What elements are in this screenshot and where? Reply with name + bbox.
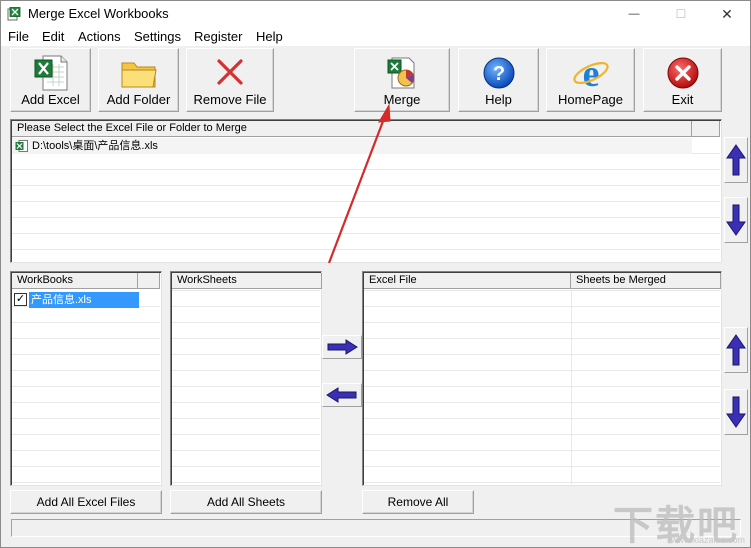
add-folder-button[interactable]: Add Folder bbox=[98, 48, 179, 112]
arrow-right-icon bbox=[327, 339, 358, 355]
close-button[interactable]: ✕ bbox=[704, 1, 750, 27]
merge-icon bbox=[387, 57, 415, 89]
column-divider bbox=[571, 290, 572, 484]
excel-file-small-icon bbox=[15, 140, 28, 152]
workbook-name: 产品信息.xls bbox=[29, 292, 139, 308]
remove-from-merge-button[interactable] bbox=[322, 383, 362, 407]
watermark: 下载吧 www.xiazaiba.com bbox=[613, 493, 749, 548]
app-icon bbox=[7, 7, 21, 21]
internet-explorer-icon: e bbox=[572, 53, 609, 93]
merge-table-grid bbox=[364, 290, 720, 484]
worksheets-grid bbox=[172, 290, 320, 484]
exit-label: Exit bbox=[671, 92, 694, 107]
watermark-url: www.xiazaiba.com bbox=[670, 535, 745, 545]
homepage-button[interactable]: e HomePage bbox=[546, 48, 635, 112]
exit-icon bbox=[667, 57, 698, 89]
window-title: Merge Excel Workbooks bbox=[28, 6, 169, 21]
add-folder-label: Add Folder bbox=[106, 92, 171, 107]
svg-text:e: e bbox=[582, 53, 599, 93]
arrow-down-icon bbox=[726, 396, 746, 428]
file-path: D:\tools\桌面\产品信息.xls bbox=[32, 140, 158, 152]
add-all-excel-files-button[interactable]: Add All Excel Files bbox=[10, 490, 162, 514]
help-button[interactable]: ? Help bbox=[458, 48, 539, 112]
toolbar: Add Excel Add Folder Remove File Merge ?… bbox=[1, 46, 750, 114]
menu-bar: File Edit Actions Settings Register Help bbox=[1, 27, 750, 46]
merge-table-panel[interactable]: Excel File Sheets be Merged bbox=[362, 271, 722, 486]
workbooks-grid bbox=[12, 306, 160, 484]
worksheets-header[interactable]: WorkSheets bbox=[172, 273, 322, 289]
arrow-up-icon bbox=[726, 144, 746, 176]
file-list-panel[interactable]: Please Select the Excel File or Folder t… bbox=[10, 119, 722, 263]
add-excel-label: Add Excel bbox=[21, 92, 80, 107]
file-list-grid bbox=[12, 153, 720, 261]
close-icon: ✕ bbox=[721, 5, 733, 22]
add-excel-button[interactable]: Add Excel bbox=[10, 48, 91, 112]
svg-text:?: ? bbox=[492, 63, 504, 85]
help-icon: ? bbox=[483, 57, 514, 89]
workbooks-header-extra bbox=[138, 273, 160, 289]
maximize-icon: ☐ bbox=[675, 7, 687, 21]
arrow-up-icon bbox=[726, 334, 746, 366]
menu-help[interactable]: Help bbox=[256, 29, 283, 44]
remove-file-button[interactable]: Remove File bbox=[186, 48, 274, 112]
merge-label: Merge bbox=[383, 92, 421, 107]
menu-register[interactable]: Register bbox=[194, 29, 242, 44]
app-window: Merge Excel Workbooks — ☐ ✕ File Edit Ac… bbox=[0, 0, 751, 548]
menu-actions[interactable]: Actions bbox=[78, 29, 121, 44]
menu-file[interactable]: File bbox=[8, 29, 29, 44]
move-up-button-top[interactable] bbox=[724, 137, 748, 183]
add-all-sheets-button[interactable]: Add All Sheets bbox=[170, 490, 322, 514]
menu-settings[interactable]: Settings bbox=[134, 29, 181, 44]
title-bar: Merge Excel Workbooks — ☐ ✕ bbox=[1, 1, 750, 27]
file-list-header[interactable]: Please Select the Excel File or Folder t… bbox=[12, 121, 692, 137]
minimize-button[interactable]: — bbox=[611, 1, 657, 27]
move-up-button-bottom[interactable] bbox=[724, 327, 748, 373]
exit-button[interactable]: Exit bbox=[643, 48, 722, 112]
file-list-header-extra bbox=[692, 121, 720, 137]
minimize-icon: — bbox=[628, 8, 640, 20]
file-list-row[interactable]: D:\tools\桌面\产品信息.xls bbox=[12, 138, 692, 154]
arrow-down-icon bbox=[726, 204, 746, 236]
arrow-left-icon bbox=[326, 387, 357, 403]
help-label: Help bbox=[485, 92, 512, 107]
worksheets-panel[interactable]: WorkSheets bbox=[170, 271, 322, 486]
excel-file-column-header[interactable]: Excel File bbox=[364, 273, 571, 289]
menu-edit[interactable]: Edit bbox=[42, 29, 64, 44]
merge-button[interactable]: Merge bbox=[354, 48, 450, 112]
add-to-merge-button[interactable] bbox=[322, 335, 362, 359]
remove-x-icon bbox=[217, 59, 243, 85]
maximize-button[interactable]: ☐ bbox=[658, 1, 704, 27]
remove-file-label: Remove File bbox=[193, 92, 267, 107]
sheets-merged-column-header[interactable]: Sheets be Merged bbox=[571, 273, 721, 289]
workbooks-panel[interactable]: WorkBooks ✓ 产品信息.xls bbox=[10, 271, 162, 486]
homepage-label: HomePage bbox=[557, 92, 624, 107]
remove-all-button[interactable]: Remove All bbox=[362, 490, 474, 514]
move-down-button-top[interactable] bbox=[724, 197, 748, 243]
excel-file-icon bbox=[34, 55, 67, 91]
folder-icon bbox=[121, 62, 157, 88]
move-down-button-bottom[interactable] bbox=[724, 389, 748, 435]
workbooks-header[interactable]: WorkBooks bbox=[12, 273, 138, 289]
workbook-checkbox[interactable]: ✓ bbox=[14, 293, 27, 306]
